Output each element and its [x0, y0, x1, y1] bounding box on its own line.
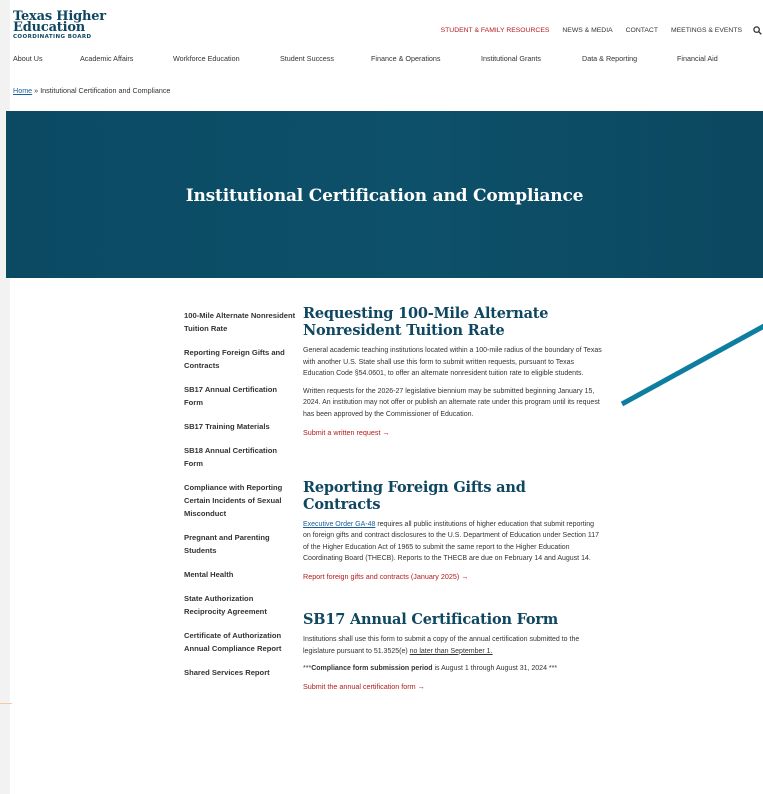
left-edge-accent — [0, 703, 12, 704]
section-paragraph: Written requests for the 2026-27 legisla… — [303, 387, 600, 418]
search-icon[interactable] — [751, 24, 763, 36]
submit-written-request-link[interactable]: Submit a written request → — [303, 428, 603, 437]
nav-institutional-grants[interactable]: Institutional Grants — [481, 54, 541, 63]
breadcrumb-home-link[interactable]: Home — [13, 86, 32, 95]
breadcrumb-current: Institutional Certification and Complian… — [40, 86, 171, 95]
submission-period-prefix: *** — [303, 665, 312, 673]
main-content: Requesting 100-Mile Alternate Nonresiden… — [303, 305, 603, 691]
utility-nav: STUDENT & FAMILY RESOURCES NEWS & MEDIA … — [428, 24, 763, 36]
section-heading-foreign-gifts: Reporting Foreign Gifts and Contracts — [303, 478, 526, 513]
nav-finance-operations[interactable]: Finance & Operations — [371, 54, 441, 63]
logo-line-2: Education — [13, 20, 86, 35]
submission-period-label: Compliance form submission period — [311, 665, 433, 673]
section-paragraph: Executive Order GA-48 requires all publi… — [303, 519, 603, 565]
breadcrumb-separator: » — [32, 86, 41, 95]
section-foreign-gifts: Reporting Foreign Gifts and Contracts Ex… — [303, 479, 603, 581]
nav-data-reporting[interactable]: Data & Reporting — [582, 54, 637, 63]
section-sidenav: 100-Mile Alternate Nonresident Tuition R… — [184, 309, 296, 690]
sidenav-item-certificate-authorization[interactable]: Certificate of Authorization Annual Comp… — [184, 629, 296, 655]
site-logo[interactable]: Texas Higher Education COORDINATING BOAR… — [13, 10, 123, 40]
sidenav-item-sb18-form[interactable]: SB18 Annual Certification Form — [184, 444, 296, 470]
section-heading-sb17-form: SB17 Annual Certification Form — [303, 610, 558, 628]
section-sb17-form: SB17 Annual Certification Form Instituti… — [303, 611, 603, 691]
nav-about-us[interactable]: About Us — [13, 54, 43, 63]
submission-period-text: is August 1 through August 31, 2024 *** — [432, 665, 558, 673]
sidenav-item-mental-health[interactable]: Mental Health — [184, 568, 296, 581]
sidenav-item-foreign-gifts[interactable]: Reporting Foreign Gifts and Contracts — [184, 346, 296, 372]
utility-nav-student-family[interactable]: STUDENT & FAMILY RESOURCES — [441, 27, 550, 34]
nav-workforce-education[interactable]: Workforce Education — [173, 54, 240, 63]
section-paragraph: General academic teaching institutions l… — [303, 347, 602, 378]
nav-academic-affairs[interactable]: Academic Affairs — [80, 54, 133, 63]
breadcrumb: Home » Institutional Certification and C… — [13, 86, 170, 95]
utility-nav-news-media[interactable]: NEWS & MEDIA — [562, 27, 612, 34]
section-heading-100-mile: Requesting 100-Mile Alternate Nonresiden… — [303, 305, 549, 339]
nav-financial-aid[interactable]: Financial Aid — [677, 54, 718, 63]
deadline-text: no later than September 1. — [409, 647, 493, 655]
hero-banner: Institutional Certification and Complian… — [6, 111, 763, 278]
sidenav-item-100-mile[interactable]: 100-Mile Alternate Nonresident Tuition R… — [184, 309, 296, 335]
sidenav-item-pregnant-parenting[interactable]: Pregnant and Parenting Students — [184, 531, 296, 557]
page-title: Institutional Certification and Complian… — [185, 186, 584, 206]
section-paragraph: ***Compliance form submission period is … — [303, 663, 603, 675]
sidenav-item-sara[interactable]: State Authorization Reciprocity Agreemen… — [184, 592, 296, 618]
sidenav-item-sexual-misconduct[interactable]: Compliance with Reporting Certain Incide… — [184, 481, 296, 520]
utility-nav-contact[interactable]: CONTACT — [626, 27, 658, 34]
sidenav-item-sb17-training[interactable]: SB17 Training Materials — [184, 420, 296, 433]
nav-student-success[interactable]: Student Success — [280, 54, 334, 63]
main-nav: About Us Academic Affairs Workforce Educ… — [0, 54, 763, 64]
section-100-mile: Requesting 100-Mile Alternate Nonresiden… — [303, 305, 603, 437]
section-paragraph: Institutions shall use this form to subm… — [303, 634, 603, 657]
logo-line-3: COORDINATING BOARD — [13, 34, 92, 40]
sidenav-item-shared-services[interactable]: Shared Services Report — [184, 666, 296, 679]
sidenav-item-sb17-form[interactable]: SB17 Annual Certification Form — [184, 383, 296, 409]
utility-nav-meetings-events[interactable]: MEETINGS & EVENTS — [671, 27, 742, 34]
executive-order-link[interactable]: Executive Order GA-48 — [303, 521, 375, 528]
report-foreign-gifts-link[interactable]: Report foreign gifts and contracts (Janu… — [303, 572, 603, 581]
submit-annual-certification-link[interactable]: Submit the annual certification form → — [303, 682, 603, 691]
